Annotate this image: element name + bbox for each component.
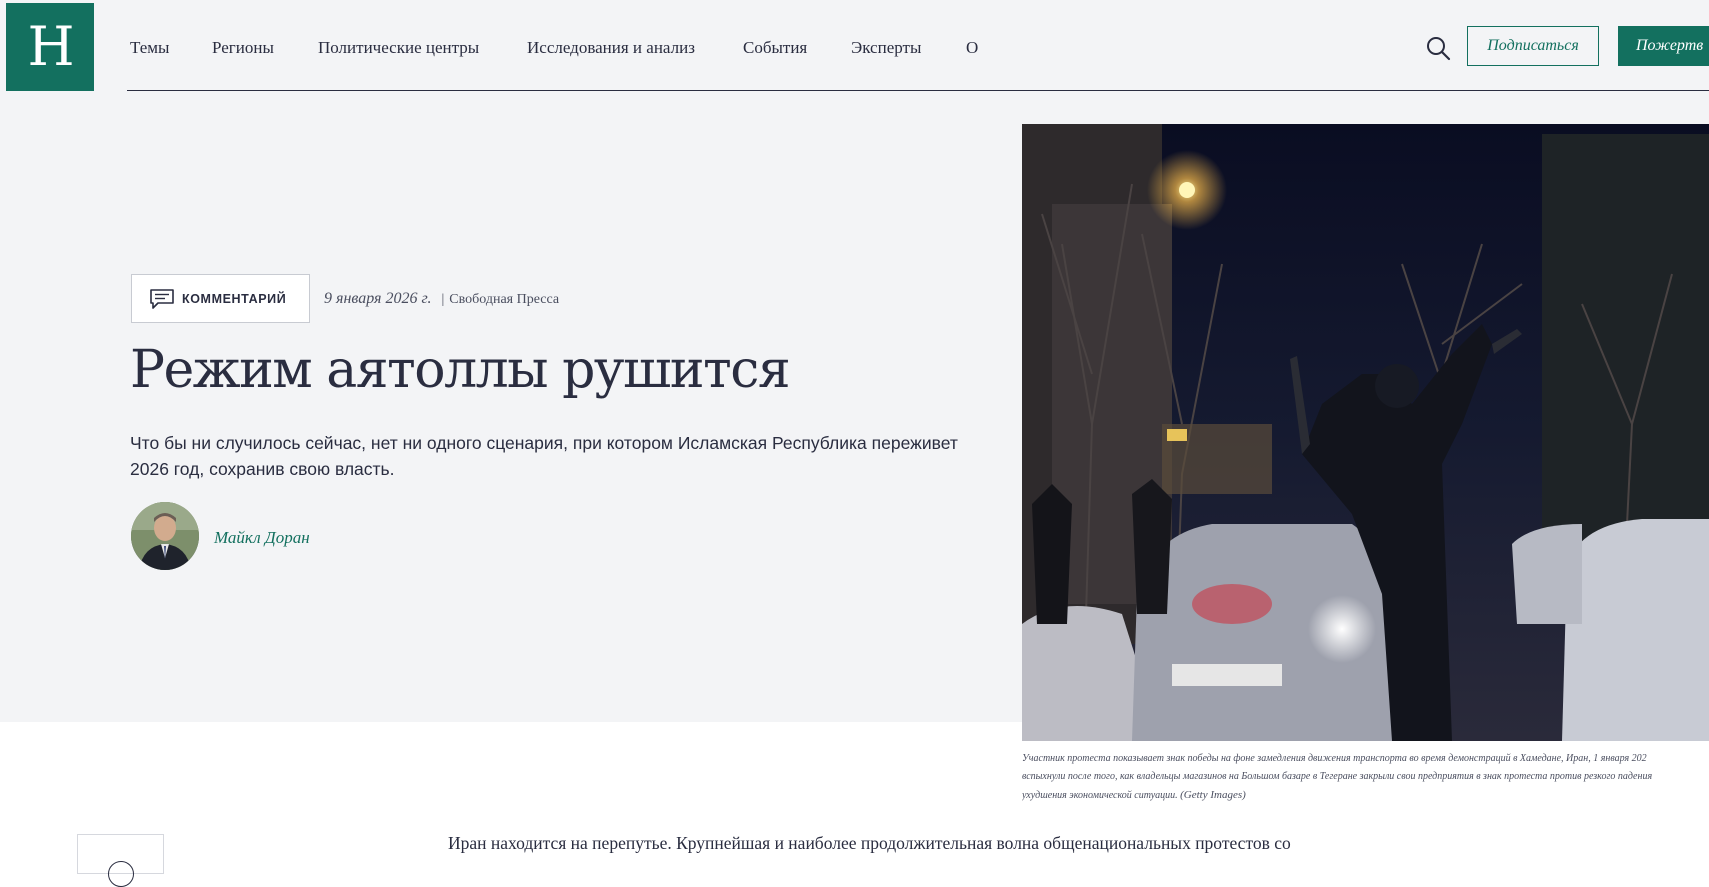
article-dek: Что бы ни случилось сейчас, нет ни одног… [130, 433, 958, 479]
nav-item-regions[interactable]: Регионы [212, 38, 274, 58]
article-body-first-line: Иран находится на перепутье. Крупнейшая … [448, 833, 1291, 853]
protest-photo [1022, 124, 1709, 741]
article-meta: 9 января 2026 г. | Свободная Пресса [324, 290, 559, 308]
article-type-label: КОММЕНТАРИЙ [182, 291, 287, 306]
nav-item-policy-centers[interactable]: Политические центры [318, 38, 479, 58]
search-icon[interactable] [1425, 35, 1451, 61]
article-hero-image [1022, 124, 1709, 741]
author-avatar[interactable] [131, 502, 199, 570]
site-header: H Темы Регионы Политические центры Иссле… [0, 0, 1709, 92]
article-title: Режим аятоллы рушится [130, 340, 791, 400]
nav-item-about[interactable]: О [966, 38, 978, 58]
donate-button[interactable]: Пожертв [1618, 26, 1709, 66]
site-logo[interactable]: H [6, 3, 94, 91]
meta-separator: | [441, 292, 445, 307]
share-icon[interactable] [108, 861, 134, 887]
image-caption: Участник протеста показывает знак победы… [1022, 750, 1709, 805]
author-name[interactable]: Майкл Доран [214, 528, 310, 548]
article-source[interactable]: Свободная Пресса [449, 292, 559, 307]
nav-item-topics[interactable]: Темы [130, 38, 169, 58]
header-divider [127, 90, 1709, 91]
caption-credit: (Getty Images) [1180, 789, 1246, 801]
subscribe-button[interactable]: Подписаться [1467, 26, 1599, 66]
caption-line-3: ухудшения экономической ситуации. [1022, 790, 1178, 801]
article-type-badge[interactable]: КОММЕНТАРИЙ [131, 274, 310, 323]
article-date: 9 января 2026 г. [324, 290, 432, 307]
logo-letter: H [27, 15, 74, 78]
nav-item-events[interactable]: События [743, 38, 807, 58]
author-photo [131, 502, 199, 570]
caption-line-2: вспыхнули после того, как владельцы мага… [1022, 771, 1653, 782]
comment-icon [150, 288, 174, 309]
nav-item-experts[interactable]: Эксперты [851, 38, 921, 58]
caption-line-1: Участник протеста показывает знак победы… [1022, 753, 1647, 764]
share-panel[interactable] [77, 834, 164, 887]
nav-item-research[interactable]: Исследования и анализ [527, 38, 695, 58]
